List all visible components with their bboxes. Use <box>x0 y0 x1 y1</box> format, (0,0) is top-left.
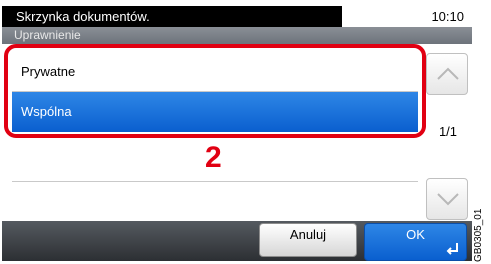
chevron-up-icon <box>437 67 459 80</box>
enter-return-icon <box>446 243 458 255</box>
scroll-up-button[interactable] <box>426 53 468 95</box>
cancel-button[interactable]: Anuluj <box>259 223 357 257</box>
chevron-down-icon <box>437 193 459 206</box>
panel-screen: Skrzynka dokumentów. 10:10 Uprawnienie P… <box>0 0 480 264</box>
scroll-down-button[interactable] <box>426 178 468 220</box>
title-bar: Skrzynka dokumentów. 10:10 <box>2 6 472 27</box>
screen-title: Skrzynka dokumentów. <box>2 6 342 27</box>
page-counter: 1/1 <box>438 124 458 139</box>
cancel-button-label: Anuluj <box>289 227 327 242</box>
clock: 10:10 <box>431 9 464 24</box>
section-label: Uprawnienie <box>2 27 472 44</box>
ok-button[interactable]: OK <box>364 223 467 261</box>
ok-button-label: OK <box>406 227 425 242</box>
figure-code: GB0305_01 <box>473 208 484 262</box>
callout-highlight-frame <box>4 44 426 138</box>
step-number: 2 <box>205 141 222 174</box>
